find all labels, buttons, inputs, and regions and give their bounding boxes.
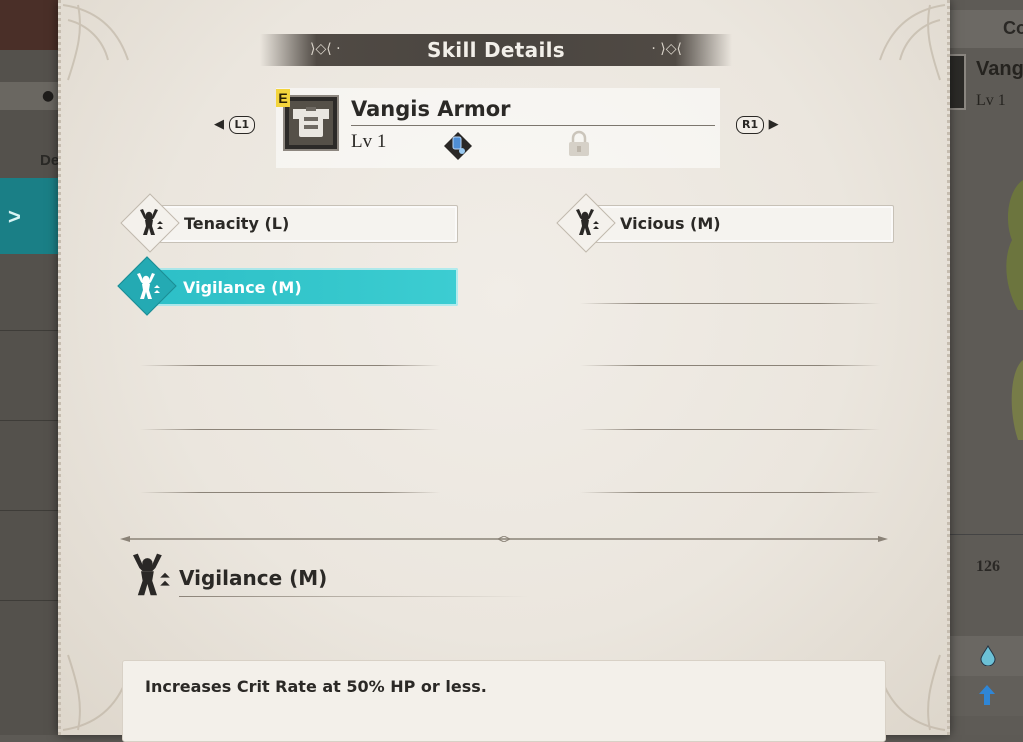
skill-item-vicious[interactable]: Vicious (M) (576, 205, 894, 243)
water-drop-icon (980, 644, 996, 666)
next-armor-button[interactable]: R1 ▶ (736, 116, 779, 134)
selected-skill-name: Vigilance (M) (179, 566, 328, 590)
armor-level: Lv 1 (351, 131, 387, 152)
background-armor-level: Lv 1 (976, 92, 1006, 109)
skill-item-vigilance[interactable]: Vigilance (M) (140, 268, 458, 306)
background-label: De (40, 152, 60, 169)
empty-skill-slot (140, 492, 440, 493)
skill-flex-icon (137, 273, 160, 299)
divider (948, 534, 1023, 535)
skill-description: Increases Crit Rate at 50% HP or less. (145, 677, 487, 696)
skill-description-box: Increases Crit Rate at 50% HP or less. (122, 660, 886, 742)
lock-icon (569, 130, 589, 156)
skill-flex-icon (133, 553, 170, 596)
background-left-panel: ● De > (0, 0, 60, 735)
monster-art (1006, 180, 1023, 440)
droplet-icon: ● (42, 88, 55, 104)
empty-skill-slot (580, 303, 880, 304)
background-label: Co (1003, 18, 1023, 38)
skill-flex-icon (140, 209, 163, 235)
divider (0, 420, 60, 421)
empty-skill-slot (580, 492, 880, 493)
arrow-up-icon (979, 685, 995, 705)
background-stat-value: 126 (976, 558, 1000, 575)
background-selected-row: > (0, 178, 60, 254)
empty-skill-slot (140, 429, 440, 430)
divider (0, 600, 60, 601)
l1-button-label: L1 (228, 116, 256, 134)
section-divider (120, 536, 888, 542)
decoration-slot-icon[interactable] (443, 131, 473, 161)
background-row (948, 636, 1023, 676)
background-right-panel: Co Vang Lv 1 126 (948, 0, 1023, 735)
corner-ornament (62, 4, 129, 81)
divider (179, 596, 529, 597)
title-banner: ⟩◇⟨ · Skill Details · ⟩◇⟨ (260, 34, 732, 66)
armor-name: Vangis Armor (351, 97, 511, 121)
skill-label: Vigilance (M) (183, 278, 302, 297)
empty-skill-slot (580, 429, 880, 430)
background-topbar (0, 0, 60, 50)
empty-skill-slot (580, 365, 880, 366)
background-armor-name: Vang (976, 58, 1023, 80)
corner-ornament (879, 4, 946, 81)
background-row (948, 676, 1023, 716)
chevron-left-icon: ◀ (214, 117, 224, 132)
chevron-right-icon: ▶ (768, 117, 779, 132)
empty-skill-slot (140, 365, 440, 366)
previous-armor-button[interactable]: ◀ L1 (214, 116, 256, 134)
r1-button-label: R1 (736, 116, 765, 134)
armor-thumbnail (948, 54, 966, 110)
skill-item-tenacity[interactable]: Tenacity (L) (140, 205, 458, 243)
divider (351, 125, 715, 126)
skill-label: Vicious (M) (620, 214, 721, 233)
chest-armor-graphic (293, 107, 329, 137)
skill-label: Tenacity (L) (184, 214, 290, 233)
skill-flex-icon (576, 209, 599, 235)
chevron-right-icon: > (8, 204, 21, 229)
divider (0, 330, 60, 331)
ornament-icon: · ⟩◇⟨ (651, 41, 682, 57)
armor-icon-frame (289, 101, 333, 145)
divider (0, 510, 60, 511)
chest-armor-icon (283, 95, 339, 151)
rank-badge: E (276, 89, 290, 107)
